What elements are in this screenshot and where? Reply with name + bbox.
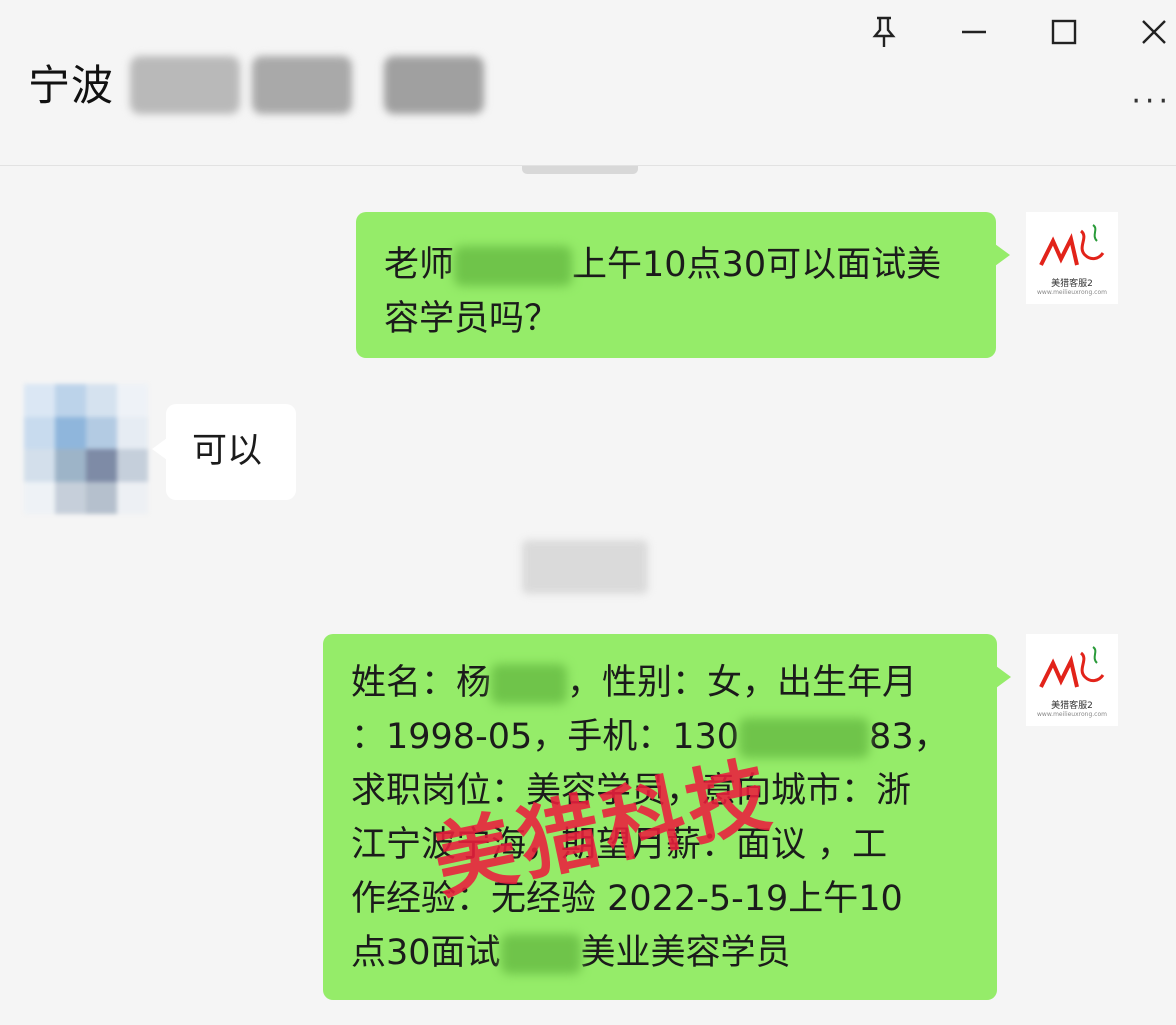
- maximize-icon[interactable]: [1042, 10, 1086, 54]
- redacted-title-part: [130, 56, 240, 114]
- meilie-logo-icon: [1039, 224, 1105, 266]
- meilie-logo-icon: [1039, 646, 1105, 688]
- message-bubble-sent[interactable]: 老师 上午10点30可以面试美容学员吗？: [356, 212, 1010, 358]
- redacted-text: [739, 718, 870, 758]
- redacted-timestamp: [522, 540, 648, 594]
- avatar-self[interactable]: 美猎客服2 www.meilieuxrong.com: [1026, 634, 1118, 726]
- message-text: 老师: [384, 245, 455, 285]
- redacted-text: [491, 664, 568, 704]
- logo-text: 美猎客服2: [1051, 701, 1093, 711]
- message-text: 点30面试: [351, 933, 501, 973]
- logo-subtext: www.meilieuxrong.com: [1037, 711, 1107, 718]
- avatar-self[interactable]: 美猎客服2 www.meilieuxrong.com: [1026, 212, 1118, 304]
- message-line: ：1998-05，手机：130 83，: [351, 710, 977, 764]
- message-text: ，性别：女，出生年月: [567, 663, 918, 703]
- message-text: 可以: [192, 431, 263, 471]
- message-text: 83，: [869, 717, 949, 757]
- more-options-icon[interactable]: ···: [1131, 84, 1172, 119]
- logo-subtext: www.meilieuxrong.com: [1037, 289, 1107, 296]
- message-line: 姓名：杨 ，性别：女，出生年月: [351, 656, 977, 710]
- message-line: 江宁波宁海，期望月薪：面议 ，工: [351, 825, 888, 865]
- message-text: 美业美容学员: [580, 933, 791, 973]
- message-bubble-sent[interactable]: 姓名：杨 ，性别：女，出生年月 ：1998-05，手机：130 83， 求职岗位：美…: [323, 634, 1011, 1000]
- redacted-title-part: [252, 56, 352, 114]
- message-line: 作经验：无经验 2022-5-19上午10: [351, 879, 903, 919]
- message-line: 求职岗位：美容学员，意向城市：浙: [351, 771, 912, 811]
- redacted-text: [454, 246, 573, 286]
- close-icon[interactable]: [1132, 10, 1176, 54]
- redacted-text: [500, 934, 581, 974]
- message-line: 点30面试 美业美容学员: [351, 926, 977, 980]
- message-bubble-received[interactable]: 可以: [152, 404, 296, 500]
- scroll-indicator: [522, 166, 638, 174]
- message-text: 姓名：杨: [351, 663, 492, 703]
- message-text: ：1998-05，手机：130: [351, 717, 740, 757]
- redacted-title-part: [384, 56, 484, 114]
- chat-header: 宁波 ···: [0, 0, 1176, 166]
- chat-title: 宁波: [28, 61, 115, 110]
- avatar-contact[interactable]: [24, 384, 148, 514]
- logo-text: 美猎客服2: [1051, 279, 1093, 289]
- minimize-icon[interactable]: [952, 10, 996, 54]
- pin-icon[interactable]: [862, 10, 906, 54]
